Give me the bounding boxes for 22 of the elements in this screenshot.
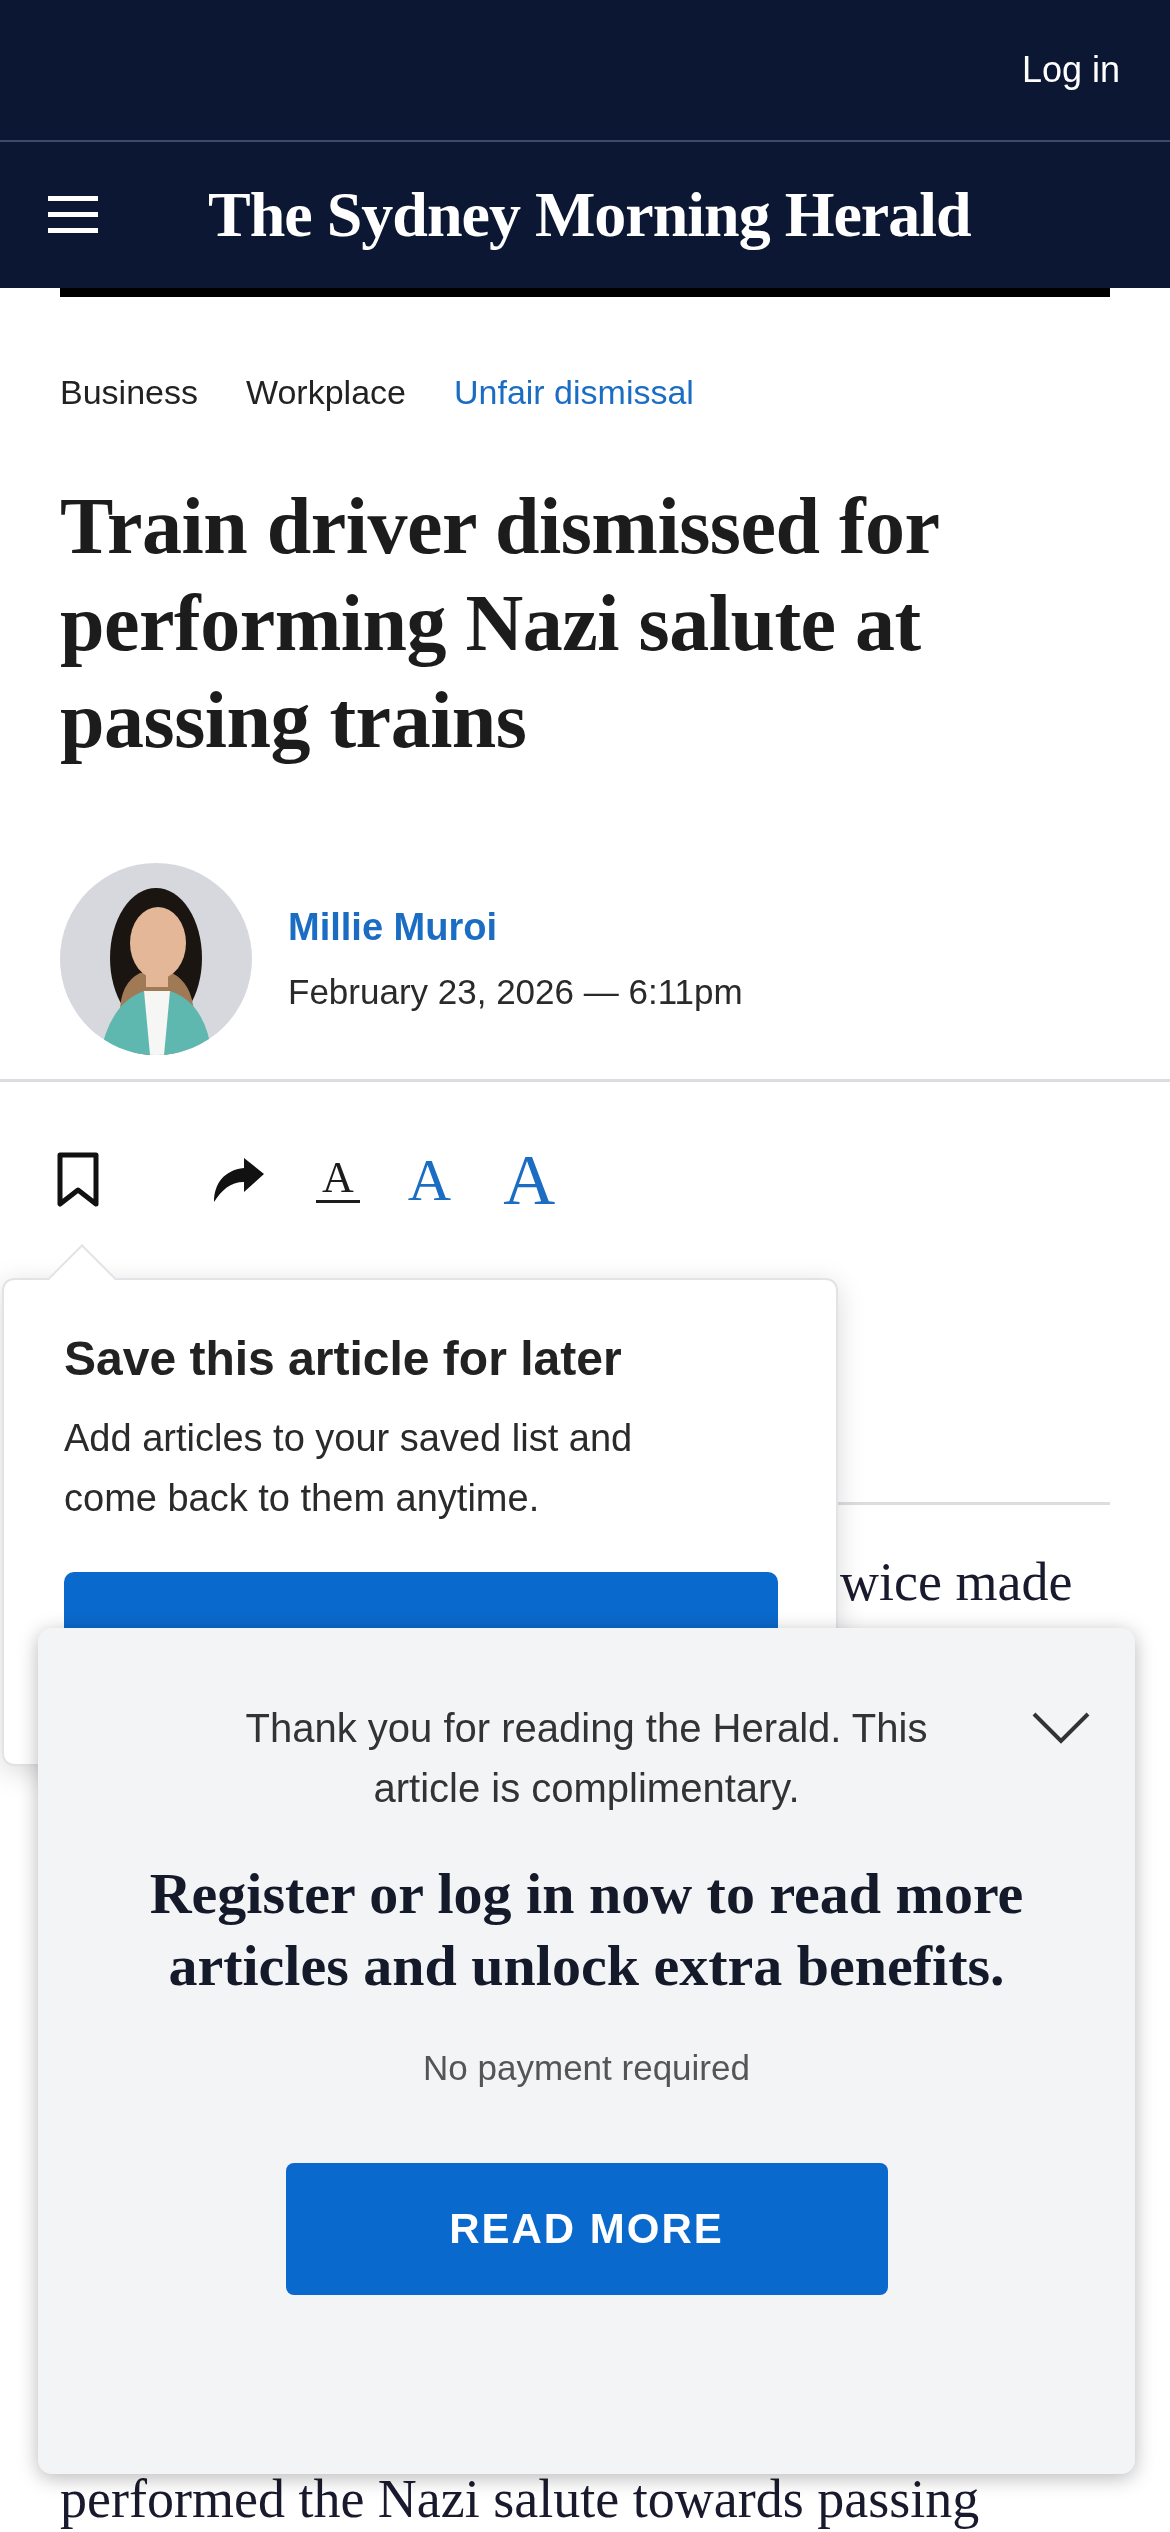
bookmark-icon[interactable] [56,1151,100,1208]
text-size-button[interactable]: A [401,1149,458,1210]
chevron-down-icon[interactable] [1031,1710,1091,1746]
text-size-button[interactable]: A [316,1156,360,1203]
paywall-intro: Thank you for reading the Herald. This article is complimentary. [244,1705,929,1812]
breadcrumb-link[interactable]: Business [60,367,198,418]
article-text: wice made [840,1552,1073,1612]
publish-date: February 23, 2026 — 6:11pm [288,971,743,1014]
popover-text: Add articles to your saved list and come back to them anytime. [64,1415,634,1521]
read-more-button[interactable]: READ MORE [285,2162,888,2295]
article-headline: Train driver dismissed for performing Nazi salute at passing trains [59,481,940,766]
breadcrumb-link[interactable]: Unfair dismissal [453,367,694,418]
author-link[interactable]: Millie Muroi [288,899,743,957]
paywall-headline: Register or log in now to read more articles and unlock extra benefits. [148,1860,1025,2000]
menu-icon[interactable] [48,194,98,236]
share-icon[interactable] [212,1157,266,1202]
popover-title: Save this article for later [64,1331,623,1387]
text-size-button[interactable]: A [497,1143,562,1216]
login-link[interactable]: Log in [1021,43,1120,97]
paywall-note: No payment required [422,2047,751,2089]
article-text: performed the Nazi salute towards passing [60,2469,980,2529]
breadcrumb-link[interactable]: Workplace [245,367,406,418]
